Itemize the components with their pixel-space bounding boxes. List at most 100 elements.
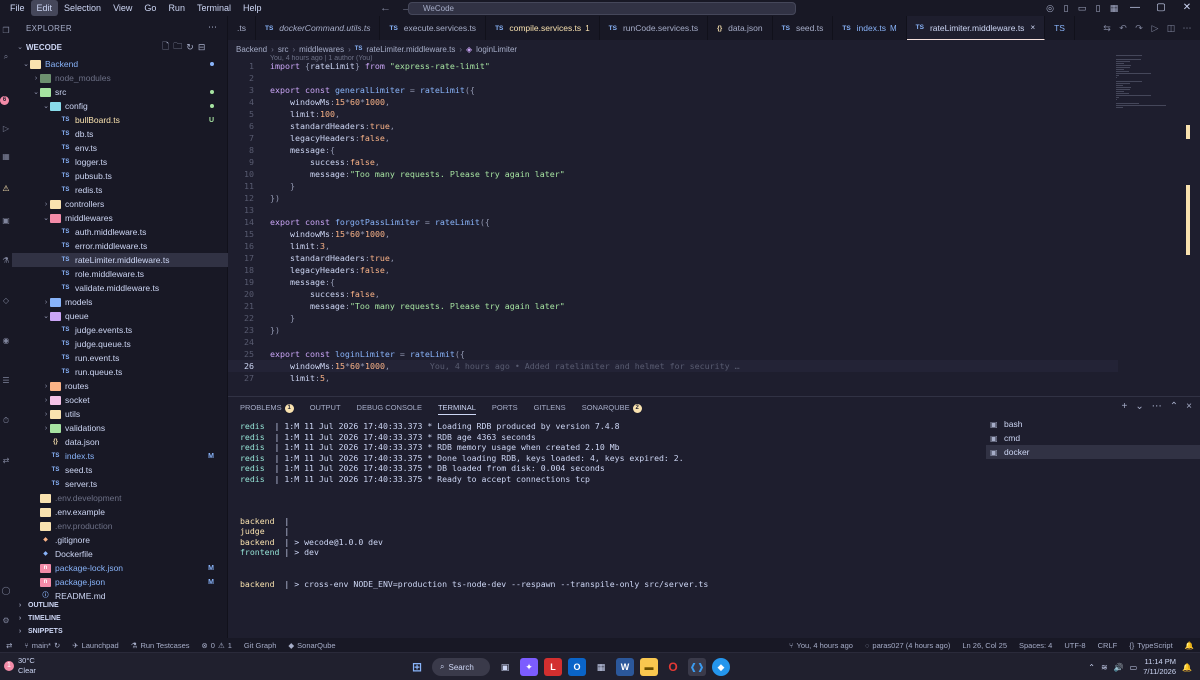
code-line[interactable]: 19 message:{ (228, 276, 1118, 288)
folder-item[interactable]: › validations (12, 421, 228, 435)
folder-item[interactable]: ⌄ middlewares (12, 211, 228, 225)
menu-go[interactable]: Go (138, 0, 162, 16)
file-item[interactable]: .env.development (12, 491, 228, 505)
code-line[interactable]: 23}) (228, 324, 1118, 336)
sonarqube-button[interactable]: ◆ SonarQube (282, 641, 341, 650)
editor-tab[interactable]: TS execute.services.ts (380, 16, 487, 40)
code-line[interactable]: 18 legacyHeaders:false, (228, 264, 1118, 276)
section-outline[interactable]: › OUTLINE (12, 598, 228, 612)
search-icon[interactable]: ⌕ (1, 52, 11, 62)
copilot-icon[interactable]: ◎ (1042, 0, 1058, 16)
file-item[interactable]: TS logger.ts (12, 155, 228, 169)
run-debug-icon[interactable]: ▷ (1, 124, 11, 134)
code-line[interactable]: 2 (228, 72, 1118, 84)
breadcrumb-item[interactable]: Backend (236, 45, 267, 54)
code-line[interactable]: 14 export const forgotPassLimiter = rateL… (228, 216, 1118, 228)
panel-tab-ports[interactable]: PORTS (492, 401, 518, 415)
code-line[interactable]: 11 } (228, 180, 1118, 192)
menu-edit[interactable]: Edit (30, 0, 59, 16)
more-actions-icon[interactable]: ⋯ (208, 22, 217, 33)
manage-gear-icon[interactable]: ⚙ (1, 616, 11, 626)
code-line[interactable]: 1 import {rateLimit} from "express-rate-l… (228, 60, 1118, 72)
file-item[interactable]: .env.production (12, 519, 228, 533)
file-item[interactable]: TS redis.ts (12, 183, 228, 197)
git-compare-icon[interactable]: ⇆ (1100, 23, 1114, 34)
terminal-list-item[interactable]: ▣ bash (986, 417, 1200, 431)
editor-tab[interactable]: TS compile.services.ts 1 (486, 16, 600, 40)
menu-terminal[interactable]: Terminal (191, 0, 237, 16)
collapse-all-icon[interactable]: ⊟ (198, 42, 206, 53)
panel-tab-sonarqube[interactable]: SONARQUBE 2 (582, 401, 642, 415)
panel-more-icon[interactable]: ⋯ (1152, 401, 1162, 412)
minimap[interactable] (1114, 55, 1174, 135)
indentation[interactable]: Spaces: 4 (1013, 641, 1058, 650)
code-line[interactable]: 20 success:false, (228, 288, 1118, 300)
layout-icon[interactable]: ▦ (1106, 0, 1122, 16)
live-share-icon[interactable]: ⇄ (1, 456, 11, 466)
section-snippets[interactable]: › SNIPPETS (12, 624, 228, 638)
database-icon[interactable]: ☰ (1, 376, 11, 386)
folder-item[interactable]: ⌄ queue (12, 309, 228, 323)
store-app-icon[interactable]: ▦ (592, 658, 610, 676)
file-item[interactable]: TS run.event.ts (12, 351, 228, 365)
code-line[interactable]: 3 export const generalLimiter = rateLimit… (228, 84, 1118, 96)
git-graph-button[interactable]: Git Graph (238, 641, 283, 650)
code-line[interactable]: 27 limit:5, (228, 372, 1118, 384)
maximize-button[interactable]: ▢ (1148, 0, 1174, 16)
branch-indicator[interactable]: ⑂ main* ↻ (18, 641, 66, 650)
editor-tab[interactable]: {} data.json (708, 16, 773, 40)
code-line[interactable]: 26 windowMs:15*60*1000, You, 4 hours ago… (228, 360, 1118, 372)
breadcrumb-item[interactable]: middlewares (299, 45, 344, 54)
remote-indicator[interactable]: ⇄ (0, 641, 18, 650)
refresh-icon[interactable]: ↻ (186, 42, 194, 53)
launchpad-button[interactable]: ✈ Launchpad (66, 641, 124, 650)
file-item[interactable]: TS env.ts (12, 141, 228, 155)
go-back-icon[interactable]: ↶ (1116, 23, 1130, 34)
command-center[interactable]: WeCode (408, 2, 796, 15)
breadcrumb-item[interactable]: loginLimiter (476, 45, 517, 54)
go-forward-icon[interactable]: ↷ (1132, 23, 1146, 34)
battery-icon[interactable]: ▭ (1130, 663, 1138, 672)
author-status[interactable]: ◌ paras027 (4 hours ago) (859, 641, 956, 650)
vscode-app-icon[interactable]: ❰❱ (688, 658, 706, 676)
windows-start-icon[interactable]: ⊞ (408, 658, 426, 676)
testing-icon[interactable]: ⚗ (1, 256, 11, 266)
opera-app-icon[interactable]: O (664, 658, 682, 676)
workspace-root-header[interactable]: ⌄ WECODE 🗋 🗀 ↻ ⊟ (12, 40, 228, 54)
extensions-icon[interactable]: ▦ (1, 152, 11, 162)
panel-tab-output[interactable]: OUTPUT (310, 401, 341, 415)
notifications-bell-icon[interactable]: 🔔 (1179, 641, 1200, 650)
menu-selection[interactable]: Selection (58, 0, 107, 16)
folder-item[interactable]: ⌄ src (12, 85, 228, 99)
menu-view[interactable]: View (107, 0, 138, 16)
taskbar-search[interactable]: ⌕ Search (432, 658, 490, 676)
folder-item[interactable]: ⌄ Backend (12, 57, 228, 71)
panel-tab-problems[interactable]: PROBLEMS 1 (240, 401, 294, 415)
terminal-dropdown-icon[interactable]: ⌄ (1135, 401, 1143, 412)
editor-tab[interactable]: TS index.ts M (833, 16, 907, 40)
code-line[interactable]: 4 windowMs:15*60*1000, (228, 96, 1118, 108)
panel-tab-terminal[interactable]: TERMINAL (437, 401, 476, 415)
line-ending[interactable]: CRLF (1092, 641, 1124, 650)
code-line[interactable]: 24 (228, 336, 1118, 348)
file-item[interactable]: n package-lock.json M (12, 561, 228, 575)
split-editor-icon[interactable]: ◫ (1164, 23, 1178, 34)
editor-scrollbar[interactable] (1186, 55, 1192, 255)
clock[interactable]: 11:14 PM 7/11/2026 (1143, 657, 1176, 677)
run-file-icon[interactable]: ▷ (1148, 23, 1162, 34)
file-item[interactable]: TS db.ts (12, 127, 228, 141)
folder-item[interactable]: › routes (12, 379, 228, 393)
breadcrumb-item[interactable]: src (278, 45, 289, 54)
remote-explorer-icon[interactable]: ▣ (1, 216, 11, 226)
close-panel-icon[interactable]: × (1186, 401, 1192, 412)
editor-tab[interactable]: TS (1045, 16, 1075, 40)
file-item[interactable]: TS run.queue.ts (12, 365, 228, 379)
terminal-list-item[interactable]: ▣ docker (986, 445, 1200, 459)
weather-widget[interactable]: 1 30°C Clear (4, 656, 36, 676)
folder-item[interactable]: › utils (12, 407, 228, 421)
editor-tab[interactable]: .ts (228, 16, 256, 40)
folder-item[interactable]: › socket (12, 393, 228, 407)
file-explorer-icon[interactable]: ▬ (640, 658, 658, 676)
editor-tab[interactable]: TS runCode.services.ts (600, 16, 709, 40)
code-line[interactable]: 7 legacyHeaders:false, (228, 132, 1118, 144)
